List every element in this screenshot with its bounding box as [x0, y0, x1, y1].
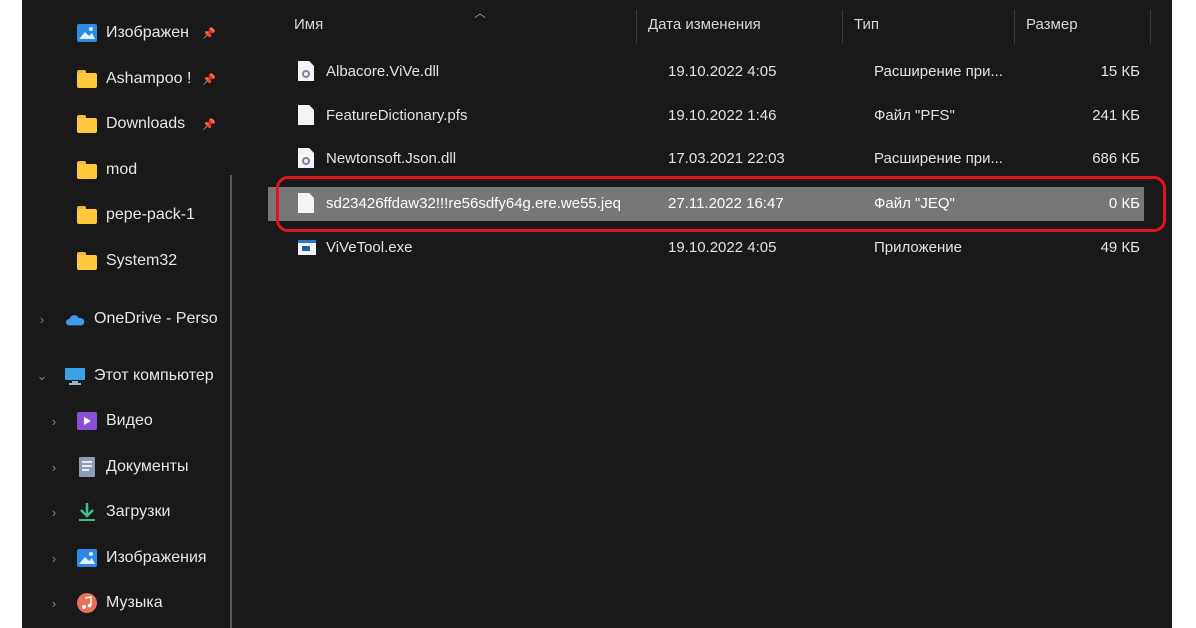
sidebar-item-label: Downloads	[106, 115, 186, 132]
sidebar-item-system32[interactable]: System32	[22, 244, 230, 278]
file-row[interactable]: Newtonsoft.Json.dll 17.03.2021 22:03 Рас…	[268, 142, 1144, 176]
chevron-right-icon[interactable]: ›	[48, 460, 60, 475]
chevron-right-icon[interactable]: ›	[48, 596, 60, 611]
file-date: 19.10.2022 1:46	[668, 107, 777, 124]
folder-icon	[76, 205, 98, 225]
sidebar-item-label: Музыка	[106, 594, 163, 611]
file-date: 17.03.2021 22:03	[668, 150, 785, 167]
sidebar-item-label: OneDrive - Perso	[94, 310, 218, 327]
column-divider[interactable]	[842, 10, 843, 44]
dll-file-icon	[298, 148, 316, 170]
sidebar-item-pepe-pack[interactable]: pepe-pack-1	[22, 198, 230, 232]
column-divider[interactable]	[636, 10, 637, 44]
sidebar-item-label: Ashampoo !	[106, 70, 192, 87]
sidebar-item-music[interactable]: › Музыка	[22, 586, 230, 620]
file-type: Приложение	[874, 239, 962, 256]
folder-icon	[76, 251, 98, 271]
video-icon	[76, 411, 98, 431]
column-header-type[interactable]: Тип	[854, 16, 879, 33]
sidebar-item-ashampoo[interactable]: Ashampoo ! 📌	[22, 62, 230, 96]
file-row[interactable]: ViVeTool.exe 19.10.2022 4:05 Приложение …	[268, 231, 1144, 265]
sidebar-item-mod[interactable]: mod	[22, 153, 230, 187]
pin-icon: 📌	[202, 118, 216, 131]
file-name: Albacore.ViVe.dll	[326, 63, 440, 80]
sidebar-item-label: Загрузки	[106, 503, 171, 520]
file-type: Расширение при...	[874, 150, 1003, 167]
file-name: ViVeTool.exe	[326, 239, 413, 256]
dll-file-icon	[298, 61, 316, 83]
sidebar-item-documents[interactable]: › Документы	[22, 450, 230, 484]
file-list: ︿ Имя Дата изменения Тип Размер Albacore…	[236, 0, 1172, 628]
documents-icon	[76, 457, 98, 477]
sidebar-item-label: System32	[106, 252, 178, 269]
file-type: Расширение при...	[874, 63, 1003, 80]
sidebar-scrollbar[interactable]	[230, 175, 234, 628]
sort-up-icon: ︿	[474, 6, 487, 20]
download-icon	[76, 502, 98, 522]
file-size: 241 КБ	[1092, 107, 1140, 124]
exe-icon	[298, 237, 316, 259]
sidebar-item-pictures[interactable]: › Изображения	[22, 541, 230, 575]
sidebar-item-label: Изображен	[106, 24, 189, 41]
sidebar-item-downloads-pinned[interactable]: Downloads 📌	[22, 107, 230, 141]
explorer-window: Изображен 📌 Ashampoo ! 📌 Downloads 📌 mod…	[22, 0, 1172, 628]
scrollbar-thumb[interactable]	[230, 175, 232, 628]
red-highlight-annotation	[276, 176, 1166, 232]
sidebar-item-label: mod	[106, 161, 138, 178]
file-row[interactable]: Albacore.ViVe.dll 19.10.2022 4:05 Расшир…	[268, 55, 1144, 89]
chevron-right-icon[interactable]: ›	[36, 312, 48, 327]
column-header-row: ︿ Имя Дата изменения Тип Размер	[236, 0, 1172, 52]
sidebar-item-this-pc[interactable]: ⌄ Этот компьютер	[22, 359, 230, 393]
pin-icon: 📌	[202, 73, 216, 86]
file-name: FeatureDictionary.pfs	[326, 107, 468, 124]
chevron-right-icon[interactable]: ›	[48, 414, 60, 429]
file-icon	[298, 105, 316, 127]
sidebar-item-label: Этот компьютер	[94, 367, 214, 384]
sidebar-item-label: Видео	[106, 412, 153, 429]
file-size: 686 КБ	[1092, 150, 1140, 167]
column-header-date[interactable]: Дата изменения	[648, 16, 761, 33]
monitor-icon	[64, 366, 86, 386]
file-date: 19.10.2022 4:05	[668, 239, 777, 256]
folder-icon	[76, 114, 98, 134]
column-divider[interactable]	[1150, 10, 1151, 44]
folder-icon	[76, 69, 98, 89]
music-icon	[76, 593, 98, 613]
sidebar-item-label: Изображения	[106, 549, 207, 566]
file-size: 49 КБ	[1100, 239, 1140, 256]
chevron-down-icon[interactable]: ⌄	[36, 368, 48, 383]
pin-icon: 📌	[202, 27, 216, 40]
cloud-icon	[64, 309, 86, 329]
sidebar-item-video[interactable]: › Видео	[22, 404, 230, 438]
file-row[interactable]: FeatureDictionary.pfs 19.10.2022 1:46 Фа…	[268, 99, 1144, 133]
column-header-size[interactable]: Размер	[1026, 16, 1078, 33]
navigation-pane: Изображен 📌 Ashampoo ! 📌 Downloads 📌 mod…	[22, 0, 230, 628]
file-type: Файл "PFS"	[874, 107, 955, 124]
pictures-icon	[76, 548, 98, 568]
sidebar-item-downloads[interactable]: › Загрузки	[22, 495, 230, 529]
sidebar-item-label: pepe-pack-1	[106, 206, 195, 223]
file-size: 15 КБ	[1100, 63, 1140, 80]
chevron-right-icon[interactable]: ›	[48, 551, 60, 566]
file-date: 19.10.2022 4:05	[668, 63, 777, 80]
sidebar-item-onedrive[interactable]: › OneDrive - Perso	[22, 302, 230, 336]
column-divider[interactable]	[1014, 10, 1015, 44]
chevron-right-icon[interactable]: ›	[48, 505, 60, 520]
sidebar-item-label: Документы	[106, 458, 189, 475]
folder-icon	[76, 160, 98, 180]
pictures-icon	[76, 23, 98, 43]
file-name: Newtonsoft.Json.dll	[326, 150, 457, 167]
sidebar-item-pictures-pinned[interactable]: Изображен 📌	[22, 16, 230, 50]
column-header-name[interactable]: Имя	[294, 16, 323, 33]
